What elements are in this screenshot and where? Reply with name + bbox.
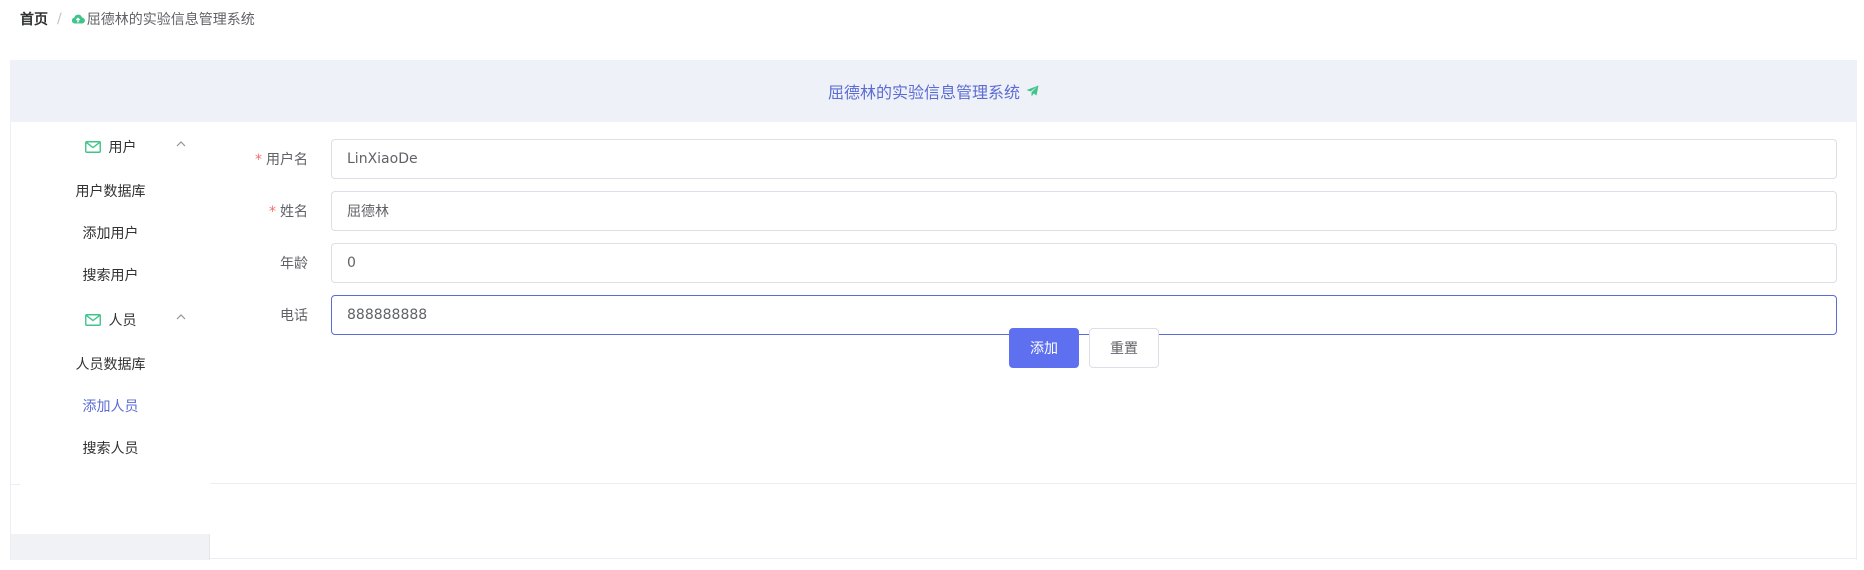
cloud-upload-icon (71, 13, 87, 25)
phone-label: 电话 (210, 305, 320, 325)
add-button[interactable]: 添加 (1009, 328, 1079, 368)
form-row-name: * 姓名 (210, 191, 1857, 231)
breadcrumb: 首页 / 屈德林的实验信息管理系统 (20, 9, 255, 29)
breadcrumb-home[interactable]: 首页 (20, 9, 48, 29)
required-mark: * (269, 204, 276, 220)
page-title: 屈德林的实验信息管理系统 (827, 83, 1020, 102)
paper-plane-icon (1020, 85, 1039, 97)
required-mark: * (255, 152, 262, 168)
age-input[interactable] (331, 243, 1837, 283)
submenu-personnel[interactable]: 人员 (11, 295, 210, 345)
username-label-text: 用户名 (266, 152, 308, 168)
form-row-username: * 用户名 (210, 139, 1857, 179)
app-frame: 屈德林的实验信息管理系统 用户 用户数据库 添加用户 搜索用户 人员 人员数据库… (10, 60, 1857, 560)
name-input[interactable] (331, 191, 1837, 231)
age-label-text: 年龄 (280, 256, 308, 272)
submenu-personnel-label: 人员 (108, 313, 137, 329)
username-label: * 用户名 (210, 149, 320, 169)
mail-icon (84, 314, 101, 326)
phone-label-text: 电话 (280, 308, 308, 324)
chevron-up-icon (176, 141, 186, 147)
breadcrumb-separator: / (57, 11, 62, 27)
breadcrumb-current-label: 屈德林的实验信息管理系统 (86, 12, 255, 28)
name-label: * 姓名 (210, 201, 320, 221)
sidebar: 用户 用户数据库 添加用户 搜索用户 人员 人员数据库 添加人员 搜索人员 (10, 122, 210, 560)
footer-divider (210, 558, 1857, 559)
sidebar-menu: 用户 用户数据库 添加用户 搜索用户 人员 人员数据库 添加人员 搜索人员 (11, 122, 210, 534)
username-input[interactable] (331, 139, 1837, 179)
age-label: 年龄 (210, 253, 320, 273)
sidebar-item-search-user[interactable]: 搜索用户 (11, 250, 210, 300)
app-header: 屈德林的实验信息管理系统 (10, 60, 1857, 122)
name-label-text: 姓名 (280, 204, 308, 220)
form-row-age: 年龄 (210, 243, 1857, 283)
chevron-up-icon (176, 314, 186, 320)
main-content: *用户名 *姓名 年龄 电话 (210, 122, 1857, 484)
divider (10, 484, 20, 485)
sidebar-item-search-personnel[interactable]: 搜索人员 (11, 423, 210, 473)
submenu-users[interactable]: 用户 (11, 122, 210, 172)
mail-icon (84, 141, 101, 153)
reset-button[interactable]: 重置 (1089, 328, 1159, 368)
phone-input[interactable] (331, 295, 1837, 335)
breadcrumb-current: 屈德林的实验信息管理系统 (71, 9, 255, 29)
submenu-users-label: 用户 (108, 140, 137, 156)
